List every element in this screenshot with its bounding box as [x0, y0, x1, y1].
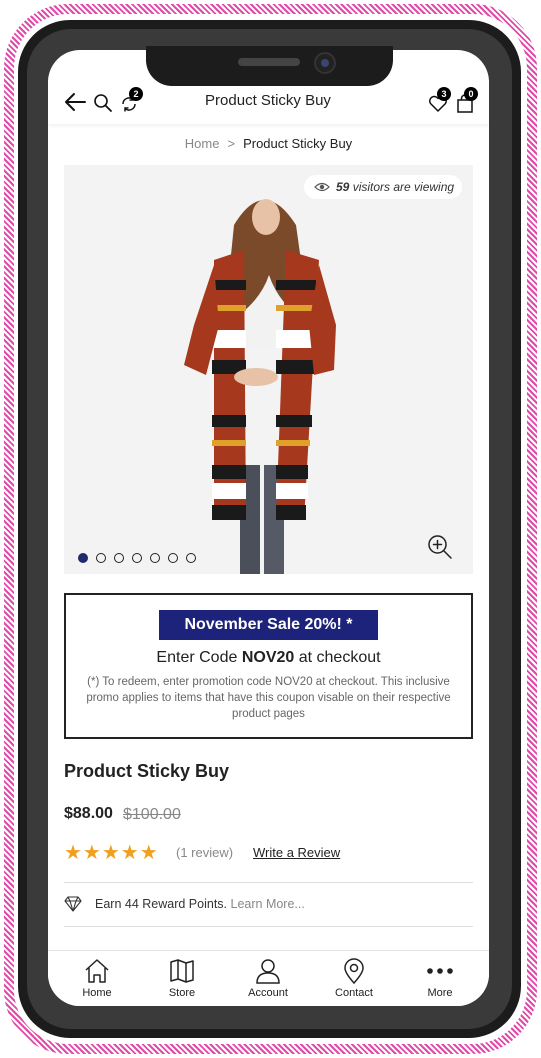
product-price: $88.00 — [64, 805, 113, 822]
product-old-price: $100.00 — [123, 806, 181, 823]
nav-item-store[interactable]: Store — [138, 951, 226, 1006]
gallery-dot[interactable] — [168, 552, 178, 563]
promo-title: November Sale 20%! * — [159, 610, 378, 640]
promo-box: November Sale 20%! * Enter Code NOV20 at… — [64, 593, 473, 739]
reward-text: Earn 44 Reward Points. — [95, 897, 228, 911]
nav-label: Contact — [335, 987, 373, 999]
divider — [64, 882, 473, 883]
back-arrow-icon[interactable] — [64, 92, 86, 112]
compare-count-badge: 2 — [129, 87, 143, 101]
nav-item-contact[interactable]: Contact — [310, 951, 398, 1006]
gallery-dot[interactable] — [132, 552, 142, 563]
product-image-gallery[interactable]: 59 visitors are viewing — [64, 165, 473, 574]
review-count[interactable]: (1 review) — [176, 845, 233, 860]
promo-code: NOV20 — [241, 649, 295, 666]
eye-icon — [314, 182, 330, 192]
breadcrumb-home[interactable]: Home — [185, 136, 220, 151]
nav-item-home[interactable]: Home — [53, 951, 141, 1006]
front-camera — [314, 52, 336, 74]
nav-label: Home — [82, 987, 112, 999]
nav-label: Account — [248, 987, 288, 999]
promo-code-prefix: Enter Code — [156, 649, 242, 666]
map-icon — [170, 959, 194, 983]
breadcrumb-current: Product Sticky Buy — [243, 136, 353, 151]
nav-label: Store — [168, 987, 196, 999]
gallery-dot[interactable] — [96, 552, 106, 563]
product-image[interactable] — [64, 165, 473, 574]
nav-item-account[interactable]: Account — [224, 951, 312, 1006]
gallery-dot[interactable] — [150, 552, 160, 563]
app-header: 2 Product Sticky Buy 3 0 — [48, 80, 489, 124]
diamond-icon — [64, 896, 82, 912]
breadcrumb-separator: > — [227, 136, 236, 151]
nav-item-more[interactable]: More — [396, 951, 484, 1006]
breadcrumb: Home > Product Sticky Buy — [48, 136, 489, 151]
gallery-dot[interactable] — [186, 552, 196, 563]
phone-screen: 2 Product Sticky Buy 3 0 Home > Product St… — [48, 50, 489, 1006]
user-icon — [256, 959, 280, 984]
reward-points: Earn 44 Reward Points. Learn More... — [95, 897, 305, 911]
location-icon — [344, 958, 364, 985]
page-title: Product Sticky Buy — [205, 92, 331, 109]
more-icon — [427, 968, 453, 974]
visitors-badge: 59 visitors are viewing — [304, 175, 462, 199]
zoom-in-icon[interactable] — [427, 534, 453, 560]
gallery-dot[interactable] — [114, 552, 124, 563]
write-review-link[interactable]: Write a Review — [253, 845, 340, 860]
phone-notch — [146, 46, 393, 86]
gallery-pagination — [78, 549, 204, 567]
product-name: Product Sticky Buy — [64, 761, 230, 781]
promo-code-suffix: at checkout — [294, 649, 381, 666]
visitors-text: visitors are viewing — [352, 180, 455, 194]
reward-learn-more-link[interactable]: Learn More... — [231, 897, 305, 911]
divider — [64, 926, 473, 927]
visitors-count: 59 — [336, 180, 350, 194]
promo-note: (*) To redeem, enter promotion code NOV2… — [86, 676, 451, 720]
nav-label: More — [427, 987, 453, 999]
home-icon — [85, 959, 109, 983]
promo-code-line: Enter Code NOV20 at checkout — [66, 649, 471, 667]
cart-count-badge: 0 — [464, 87, 478, 101]
gallery-dot[interactable] — [78, 552, 88, 563]
wishlist-count-badge: 3 — [437, 87, 451, 101]
bottom-navigation: Home Store Account Contact More — [48, 950, 489, 1006]
rating-stars: ★★★★★ — [64, 842, 159, 864]
search-icon[interactable] — [93, 93, 113, 113]
speaker-grille — [238, 58, 300, 66]
